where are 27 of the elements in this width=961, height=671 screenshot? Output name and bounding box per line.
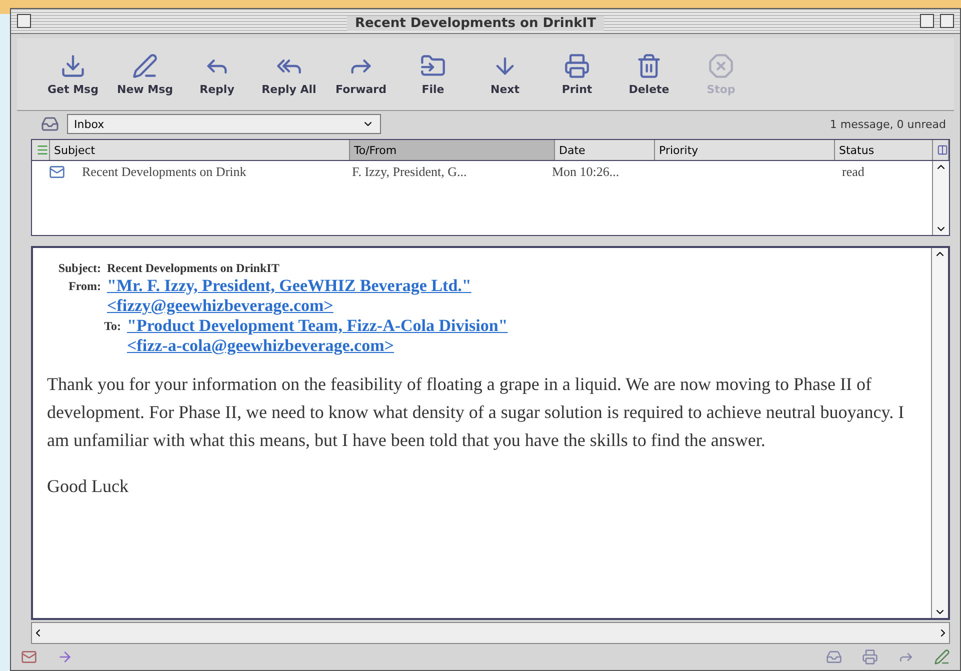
window-title: Recent Developments on DrinkIT bbox=[346, 16, 604, 30]
toolbar-button[interactable]: Print bbox=[545, 52, 609, 96]
sender-link[interactable]: "Mr. F. Izzy, President, GeeWHIZ Beverage Ltd." bbox=[107, 276, 472, 296]
table-cell-text: Recent Developments on Drink bbox=[82, 164, 248, 180]
header-label: Subject: bbox=[57, 260, 102, 276]
toolbar-button[interactable]: New Msg bbox=[113, 52, 177, 96]
recipient-link[interactable]: "Product Development Team, Fizz-A-Cola Division" bbox=[127, 316, 508, 336]
folder-dropdown[interactable]: Inbox bbox=[67, 114, 381, 134]
toolbar-button[interactable]: Next bbox=[473, 52, 537, 96]
toolbar-button[interactable]: Get Msg bbox=[41, 52, 105, 96]
toolbar-button[interactable]: Delete bbox=[617, 52, 681, 96]
table-cell-text: read bbox=[842, 164, 866, 180]
table-cell-text: F. Izzy, President, G... bbox=[352, 164, 468, 180]
toolbar-button[interactable]: Forward bbox=[329, 52, 393, 96]
header-label: To: bbox=[103, 318, 122, 335]
toolbar-button[interactable]: File bbox=[401, 52, 465, 96]
sender-email-link[interactable]: <fizzy@geewhizbeverage.com> bbox=[107, 296, 334, 316]
recipient-email-link[interactable]: <fizz-a-cola@geewhizbeverage.com> bbox=[127, 336, 394, 356]
subject-text: Recent Developments on DrinkIT bbox=[107, 260, 280, 276]
toolbar-button[interactable]: Reply bbox=[185, 52, 249, 96]
table-cell-text: Mon 10:26... bbox=[552, 164, 620, 180]
header-label: From: bbox=[68, 278, 102, 295]
message-paragraph: Good Luck bbox=[47, 475, 130, 498]
message-count: 1 message, 0 unread bbox=[830, 118, 946, 130]
column-header[interactable]: To/From bbox=[350, 140, 555, 160]
toolbar-button[interactable]: Reply All bbox=[257, 52, 321, 96]
message-paragraph: Thank you for your information on the feasibility of floating a grape in a liquid. We are now moving to Phase II of development. For Phase II, we need to know what density of a sugar solution is required to achieve neutral buoyancy. I am unfamiliar with what this means, but I have been told that you have the skills to find the answer. bbox=[47, 373, 906, 452]
